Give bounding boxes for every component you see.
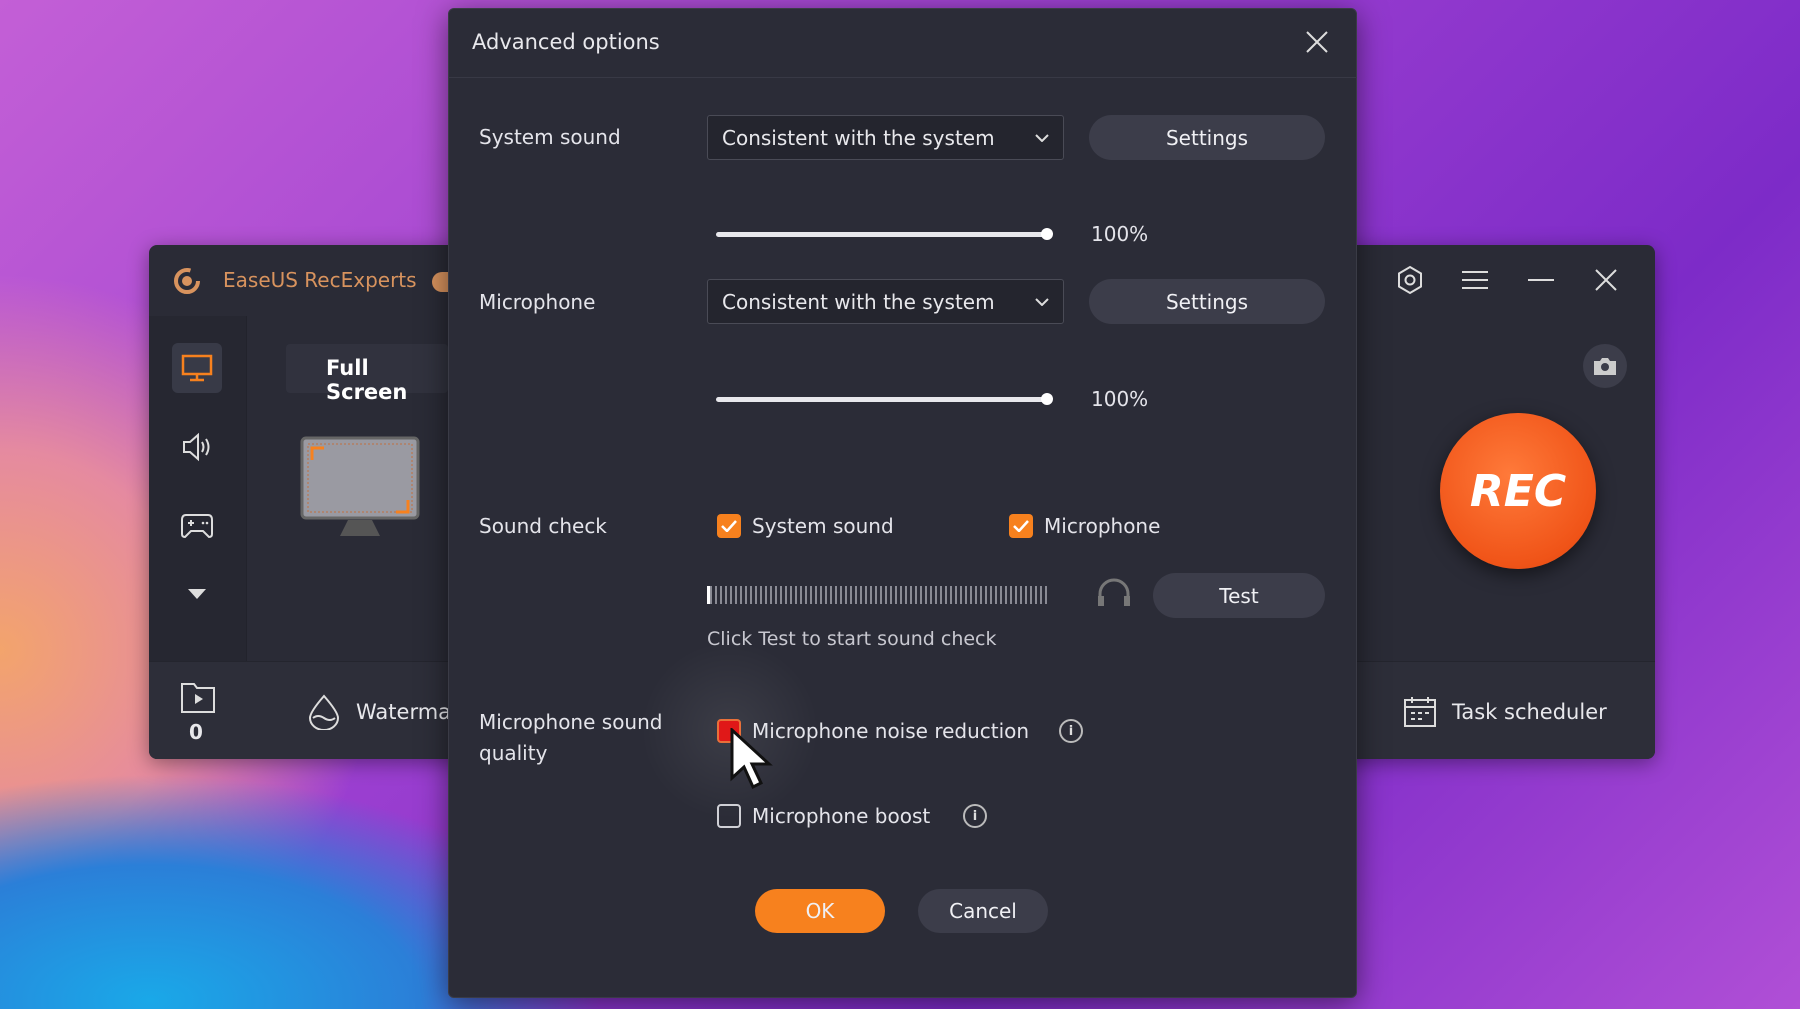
- microphone-volume-slider[interactable]: [716, 393, 1053, 405]
- minimize-icon[interactable]: [1528, 278, 1554, 282]
- microphone-boost-info-icon[interactable]: i: [963, 804, 987, 828]
- ok-button[interactable]: OK: [755, 889, 885, 933]
- avatar[interactable]: [432, 272, 448, 292]
- sidebar-item-game[interactable]: [172, 500, 222, 550]
- test-button[interactable]: Test: [1153, 573, 1325, 618]
- menu-icon[interactable]: [1462, 270, 1488, 290]
- task-scheduler-label[interactable]: Task scheduler: [1452, 700, 1607, 724]
- slider-thumb[interactable]: [1041, 393, 1053, 405]
- gamepad-icon: [181, 514, 213, 539]
- sidebar-item-audio[interactable]: [172, 422, 222, 472]
- more-modes-chevron-icon[interactable]: [188, 589, 206, 599]
- quality-label-line2: quality: [479, 741, 548, 765]
- check-icon: [1013, 520, 1029, 532]
- noise-reduction-label[interactable]: Microphone noise reduction: [752, 719, 1029, 743]
- microphone-check-label[interactable]: Microphone: [1044, 514, 1160, 538]
- microphone-label: Microphone: [479, 290, 596, 314]
- watermark-icon[interactable]: [308, 694, 340, 730]
- system-sound-dropdown[interactable]: Consistent with the system: [707, 115, 1064, 160]
- noise-reduction-info-icon[interactable]: i: [1059, 719, 1083, 743]
- system-sound-volume-value: 100%: [1091, 222, 1149, 246]
- recordings-folder-icon[interactable]: [180, 682, 216, 714]
- system-sound-volume-slider[interactable]: [716, 228, 1053, 240]
- monitor-thumbnail-icon[interactable]: [300, 436, 420, 542]
- microphone-settings-button[interactable]: Settings: [1089, 279, 1325, 324]
- mouse-cursor-icon: [730, 728, 773, 790]
- sound-level-meter: [707, 586, 1047, 604]
- easeus-logo-icon: [174, 268, 200, 294]
- microphone-quality-label: Microphone sound quality: [479, 707, 662, 769]
- system-sound-device: Consistent with the system: [722, 125, 995, 150]
- settings-gear-icon[interactable]: [1395, 265, 1425, 295]
- rec-button[interactable]: REC: [1440, 413, 1596, 569]
- microphone-boost-checkbox[interactable]: [717, 804, 741, 828]
- monitor-icon: [181, 354, 213, 382]
- microphone-device: Consistent with the system: [722, 289, 995, 314]
- chevron-down-icon: [1035, 297, 1049, 306]
- slider-thumb[interactable]: [1041, 228, 1053, 240]
- microphone-boost-label[interactable]: Microphone boost: [752, 804, 930, 828]
- recordings-count: 0: [189, 720, 203, 744]
- dialog-title: Advanced options: [472, 30, 660, 54]
- speaker-icon: [183, 432, 210, 462]
- watermark-label[interactable]: Waterma: [356, 700, 448, 724]
- system-sound-check-label[interactable]: System sound: [752, 514, 894, 538]
- camera-icon: [1594, 358, 1616, 375]
- check-icon: [721, 520, 737, 532]
- sound-check-label: Sound check: [479, 514, 607, 538]
- close-app-icon[interactable]: [1595, 269, 1617, 291]
- sidebar-item-screen[interactable]: [172, 343, 222, 393]
- close-dialog-icon[interactable]: [1306, 31, 1328, 53]
- screenshot-button[interactable]: [1583, 344, 1627, 388]
- microphone-dropdown[interactable]: Consistent with the system: [707, 279, 1064, 324]
- headphones-icon: [1098, 578, 1130, 606]
- microphone-checkbox[interactable]: [1009, 514, 1033, 538]
- system-sound-settings-button[interactable]: Settings: [1089, 115, 1325, 160]
- app-title: EaseUS RecExperts: [223, 268, 417, 292]
- system-sound-label: System sound: [479, 125, 621, 149]
- quality-label-line1: Microphone sound: [479, 710, 663, 734]
- microphone-volume-value: 100%: [1091, 387, 1149, 411]
- cancel-button[interactable]: Cancel: [918, 889, 1048, 933]
- system-sound-checkbox[interactable]: [717, 514, 741, 538]
- tab-full-screen[interactable]: Full Screen: [286, 344, 448, 404]
- chevron-down-icon: [1035, 133, 1049, 142]
- calendar-icon[interactable]: [1403, 696, 1437, 728]
